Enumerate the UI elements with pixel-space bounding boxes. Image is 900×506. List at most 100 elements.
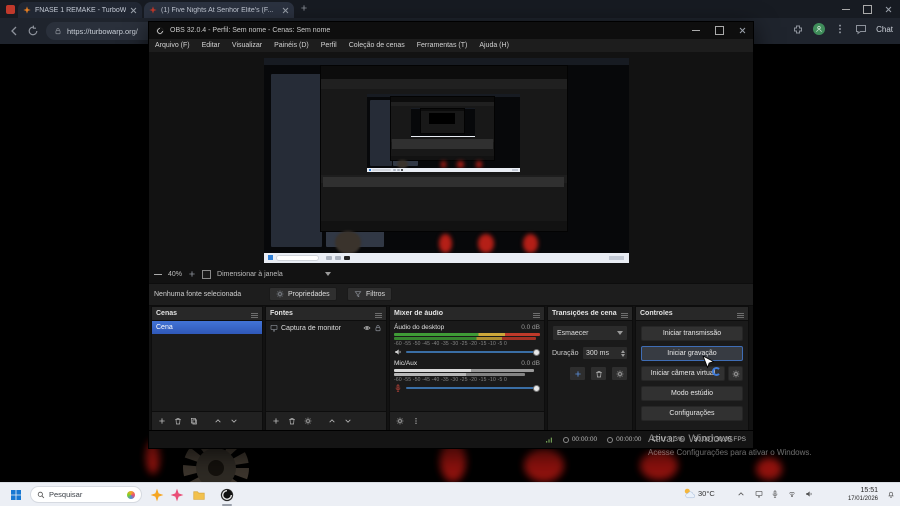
spin-up-icon[interactable] [621, 349, 625, 353]
reload-icon[interactable] [27, 25, 39, 37]
slider-knob[interactable] [533, 384, 540, 392]
mic-icon[interactable] [394, 384, 402, 392]
slider-knob[interactable] [533, 348, 540, 356]
tray-chevron-up-icon[interactable] [737, 490, 745, 498]
controls-title: Controles [640, 310, 673, 317]
weather-widget[interactable]: 30°C [683, 487, 715, 499]
taskbar-app-turbowarp-icon[interactable] [150, 488, 164, 502]
tray-volume-icon[interactable] [805, 490, 813, 498]
mixer-panel-header[interactable]: Mixer de áudio [390, 307, 544, 321]
tab-close-icon[interactable] [282, 7, 289, 14]
mic-aux-volume-slider[interactable] [406, 384, 540, 392]
preview-canvas[interactable] [264, 58, 629, 263]
transition-properties-button[interactable] [611, 366, 628, 381]
tab-close-icon[interactable] [130, 7, 137, 14]
desktop-audio-volume-slider[interactable] [406, 348, 540, 356]
remove-source-trash-icon[interactable] [288, 417, 296, 425]
move-source-down-icon[interactable] [344, 417, 352, 425]
obs-close-icon[interactable] [739, 27, 746, 34]
dock-grip-icon[interactable] [251, 313, 258, 314]
tray-mic-icon[interactable] [771, 490, 779, 498]
source-properties-gear-icon[interactable] [304, 417, 312, 425]
mixer-menu-dots-icon[interactable] [412, 417, 420, 425]
menu-perfil[interactable]: Perfil [315, 42, 343, 49]
browser-menu-dots-icon[interactable] [834, 23, 846, 35]
preview-options-caret-icon[interactable] [324, 272, 331, 276]
move-scene-up-icon[interactable] [214, 417, 222, 425]
browser-close-icon[interactable] [885, 6, 892, 13]
scene-list-item[interactable]: Cena [152, 321, 262, 334]
background-red-art [524, 448, 564, 482]
tray-wifi-icon[interactable] [788, 490, 796, 498]
virtual-camera-settings-button[interactable] [728, 366, 743, 381]
filter-funnel-icon [354, 290, 362, 298]
zoom-in-icon[interactable] [188, 270, 196, 278]
browser-corner-icon[interactable] [6, 5, 15, 14]
move-source-up-icon[interactable] [328, 417, 336, 425]
dock-grip-icon[interactable] [621, 313, 628, 314]
tab-label: (1) Five Nights At Senhor Elite's (F... [161, 6, 274, 14]
taskbar-clock[interactable]: 15:51 17/01/2026 [848, 487, 878, 503]
transitions-title: Transições de cena [552, 310, 617, 317]
dock-grip-icon[interactable] [737, 313, 744, 314]
browser-tab-fnase[interactable]: FNASE 1 REMAKE - TurboWa... [18, 2, 142, 18]
sources-panel-header[interactable]: Fontes [266, 307, 386, 321]
zoom-out-icon[interactable] [154, 273, 162, 275]
tray-monitor-icon[interactable] [755, 490, 763, 498]
spin-down-icon[interactable] [621, 353, 625, 357]
add-source-icon[interactable] [272, 417, 280, 425]
menu-visualizar[interactable]: Visualizar [226, 42, 268, 49]
dock-grip-icon[interactable] [375, 313, 382, 314]
duplicate-scene-icon[interactable] [190, 417, 198, 425]
duration-spinner[interactable]: 300 ms [582, 346, 628, 360]
source-visibility-eye-icon[interactable] [363, 324, 371, 332]
taskbar-app-explorer-folder-icon[interactable] [192, 488, 206, 502]
taskbar-app-star-icon[interactable] [170, 488, 184, 502]
move-scene-down-icon[interactable] [230, 417, 238, 425]
obs-window-title: OBS 32.0.4 - Perfil: Sem nome - Cenas: S… [170, 27, 331, 34]
notification-bell-icon[interactable] [887, 490, 895, 498]
chat-label[interactable]: Chat [876, 25, 893, 34]
transition-select[interactable]: Esmaecer [552, 325, 628, 341]
speaker-icon[interactable] [394, 348, 402, 356]
menu-paineis[interactable]: Painéis (D) [268, 42, 315, 49]
profile-avatar[interactable] [813, 23, 826, 35]
browser-minimize-icon[interactable] [842, 9, 850, 10]
taskbar-app-obs-icon[interactable] [220, 488, 234, 502]
taskbar-search[interactable]: Pesquisar [30, 486, 142, 503]
controls-panel-header[interactable]: Controles [636, 307, 748, 321]
browser-tab-five-nights[interactable]: (1) Five Nights At Senhor Elite's (F... [144, 2, 294, 18]
studio-mode-button[interactable]: Modo estúdio [641, 386, 743, 401]
start-streaming-button[interactable]: Iniciar transmissão [641, 326, 743, 341]
chat-bubble-icon[interactable] [855, 23, 867, 35]
menu-editar[interactable]: Editar [196, 42, 226, 49]
menu-colecao-cenas[interactable]: Coleção de cenas [343, 42, 411, 49]
menu-ferramentas[interactable]: Ferramentas (T) [411, 42, 474, 49]
obs-titlebar[interactable]: OBS 32.0.4 - Perfil: Sem nome - Cenas: S… [149, 22, 753, 39]
remove-transition-button[interactable] [590, 366, 607, 381]
menu-ajuda[interactable]: Ajuda (H) [473, 42, 515, 49]
browser-maximize-icon[interactable] [863, 5, 872, 14]
new-tab-button[interactable] [300, 4, 308, 12]
settings-button[interactable]: Configurações [641, 406, 743, 421]
obs-minimize-icon[interactable] [692, 30, 700, 31]
transitions-panel-header[interactable]: Transições de cena [548, 307, 632, 321]
remove-scene-trash-icon[interactable] [174, 417, 182, 425]
source-lock-icon[interactable] [374, 324, 382, 332]
add-transition-button[interactable] [569, 366, 586, 381]
add-scene-icon[interactable] [158, 417, 166, 425]
properties-button[interactable]: Propriedades [269, 287, 337, 301]
source-list-item[interactable]: Captura de monitor [266, 321, 386, 335]
start-recording-button[interactable]: Iniciar gravação [641, 346, 743, 361]
mic-aux-db: 0.0 dB [521, 360, 540, 367]
extensions-puzzle-icon[interactable] [792, 23, 804, 35]
scenes-panel-header[interactable]: Cenas [152, 307, 262, 321]
obs-maximize-icon[interactable] [715, 26, 724, 35]
menu-arquivo[interactable]: Arquivo (F) [149, 42, 196, 49]
dock-grip-icon[interactable] [533, 313, 540, 314]
filters-button[interactable]: Filtros [347, 287, 393, 301]
start-button-windows-icon[interactable] [10, 489, 22, 501]
advanced-audio-gear-icon[interactable] [396, 417, 404, 425]
fit-to-window-checkbox[interactable] [202, 269, 212, 279]
back-icon[interactable] [8, 25, 20, 37]
